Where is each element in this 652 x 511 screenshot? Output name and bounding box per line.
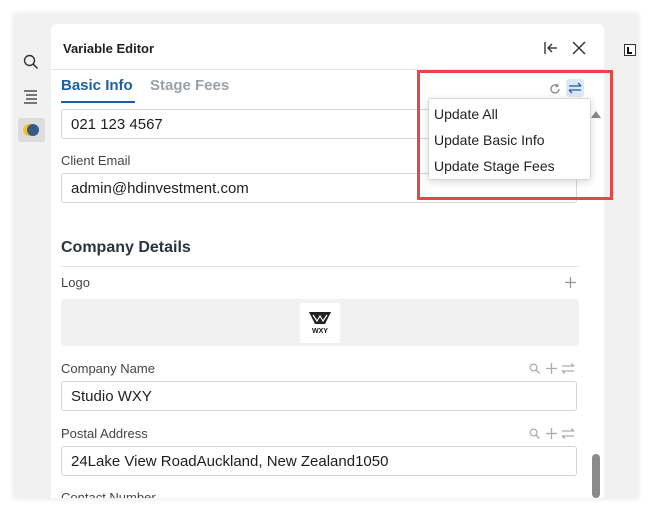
postal-address-value: 24Lake View RoadAuckland, New Zealand105… [71,453,389,470]
search-icon[interactable] [21,52,41,72]
logo-preview-area[interactable]: WXY [61,299,579,346]
left-rail [14,24,48,498]
layout-corner-icon[interactable] [624,44,636,56]
company-details-heading: Company Details [61,239,191,256]
swap-icon[interactable] [561,426,575,440]
postal-address-field[interactable]: 24Lake View RoadAuckland, New Zealand105… [61,446,577,476]
panel-title: Variable Editor [63,41,155,56]
logo-text: WXY [312,328,328,335]
active-tab-underline [61,101,135,103]
phone-value: 021 123 4567 [71,116,163,133]
tab-basic-info[interactable]: Basic Info [61,77,133,94]
company-name-field[interactable]: Studio WXY [61,381,577,411]
add-icon[interactable] [544,361,558,375]
close-icon[interactable] [569,38,589,58]
scrollbar-thumb[interactable] [592,454,600,498]
highlight-box [417,70,613,200]
company-name-label: Company Name [61,361,155,376]
contact-number-label: Contact Number [61,490,156,498]
top-bar [14,14,638,24]
client-email-label: Client Email [61,153,131,168]
client-email-value: admin@hdinvestment.com [71,180,249,197]
add-icon[interactable] [544,426,558,440]
postal-address-actions [527,426,579,440]
right-strip [618,24,638,498]
logo-label: Logo [61,275,90,290]
tab-stage-fees[interactable]: Stage Fees [150,77,229,94]
swap-icon[interactable] [561,361,575,375]
company-name-actions [527,361,579,375]
postal-address-label: Postal Address [61,426,148,441]
search-icon[interactable] [527,361,541,375]
add-logo-icon[interactable] [563,275,577,289]
section-divider [61,266,579,267]
outline-list-icon[interactable] [21,86,41,106]
search-icon[interactable] [527,426,541,440]
collapse-left-icon[interactable] [541,38,561,58]
company-name-value: Studio WXY [71,388,152,405]
variables-icon[interactable] [21,120,41,140]
company-logo-image: WXY [300,303,340,343]
